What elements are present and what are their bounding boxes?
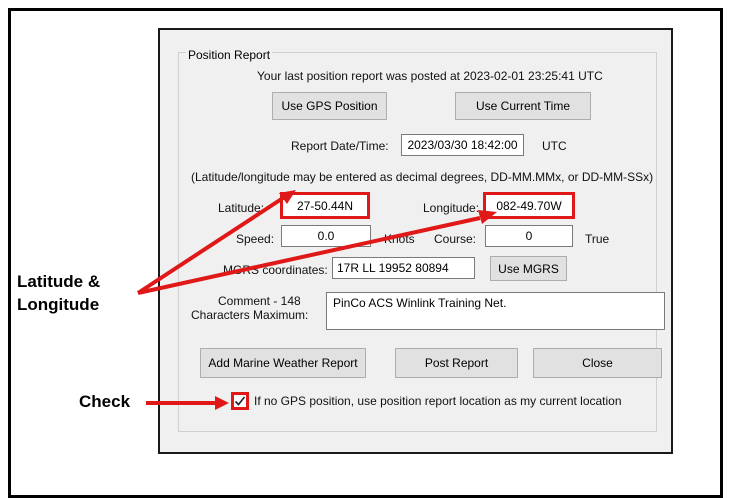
comment-label-line2: Characters Maximum: — [191, 308, 309, 322]
checkmark-icon — [234, 396, 246, 406]
report-datetime-label: Report Date/Time: — [291, 139, 389, 153]
use-report-location-checkbox[interactable] — [231, 392, 249, 410]
course-label: Course: — [434, 232, 477, 246]
use-current-time-button[interactable]: Use Current Time — [455, 92, 591, 120]
latitude-input[interactable]: 27-50.44N — [280, 192, 370, 219]
latitude-label: Latitude: — [218, 201, 265, 215]
report-datetime-input[interactable]: 2023/03/30 18:42:00 — [401, 134, 524, 156]
longitude-input[interactable]: 082-49.70W — [483, 192, 575, 219]
use-gps-position-button[interactable]: Use GPS Position — [272, 92, 387, 120]
course-unit: True — [585, 232, 610, 246]
speed-input[interactable]: 0.0 — [281, 225, 371, 247]
use-report-location-label: If no GPS position, use position report … — [254, 394, 622, 408]
course-input[interactable]: 0 — [485, 225, 573, 247]
lat-long-annotation: Latitude & Longitude — [17, 270, 100, 316]
speed-unit: Knots — [384, 232, 415, 246]
lat-long-annotation-line1: Latitude & — [17, 272, 101, 291]
add-marine-weather-report-button[interactable]: Add Marine Weather Report — [200, 348, 366, 378]
longitude-label: Longitude: — [423, 201, 480, 215]
lat-long-annotation-line2: Longitude — [17, 295, 100, 314]
close-button[interactable]: Close — [533, 348, 662, 378]
lat-long-format-hint: (Latitude/longitude may be entered as de… — [191, 170, 654, 184]
mgrs-input[interactable]: 17R LL 19952 80894 — [332, 257, 475, 279]
comment-textarea[interactable]: PinCo ACS Winlink Training Net. — [326, 292, 665, 330]
report-datetime-unit: UTC — [542, 139, 567, 153]
groupbox-title: Position Report — [186, 48, 273, 62]
use-mgrs-button[interactable]: Use MGRS — [490, 256, 567, 281]
comment-label-line1: Comment - 148 — [218, 294, 301, 308]
position-report-dialog: Position Report Your last position repor… — [158, 28, 673, 454]
mgrs-label: MGRS coordinates: — [223, 263, 328, 277]
last-report-text: Your last position report was posted at … — [257, 69, 603, 83]
speed-label: Speed: — [236, 232, 275, 246]
check-annotation: Check — [79, 392, 131, 411]
post-report-button[interactable]: Post Report — [395, 348, 518, 378]
